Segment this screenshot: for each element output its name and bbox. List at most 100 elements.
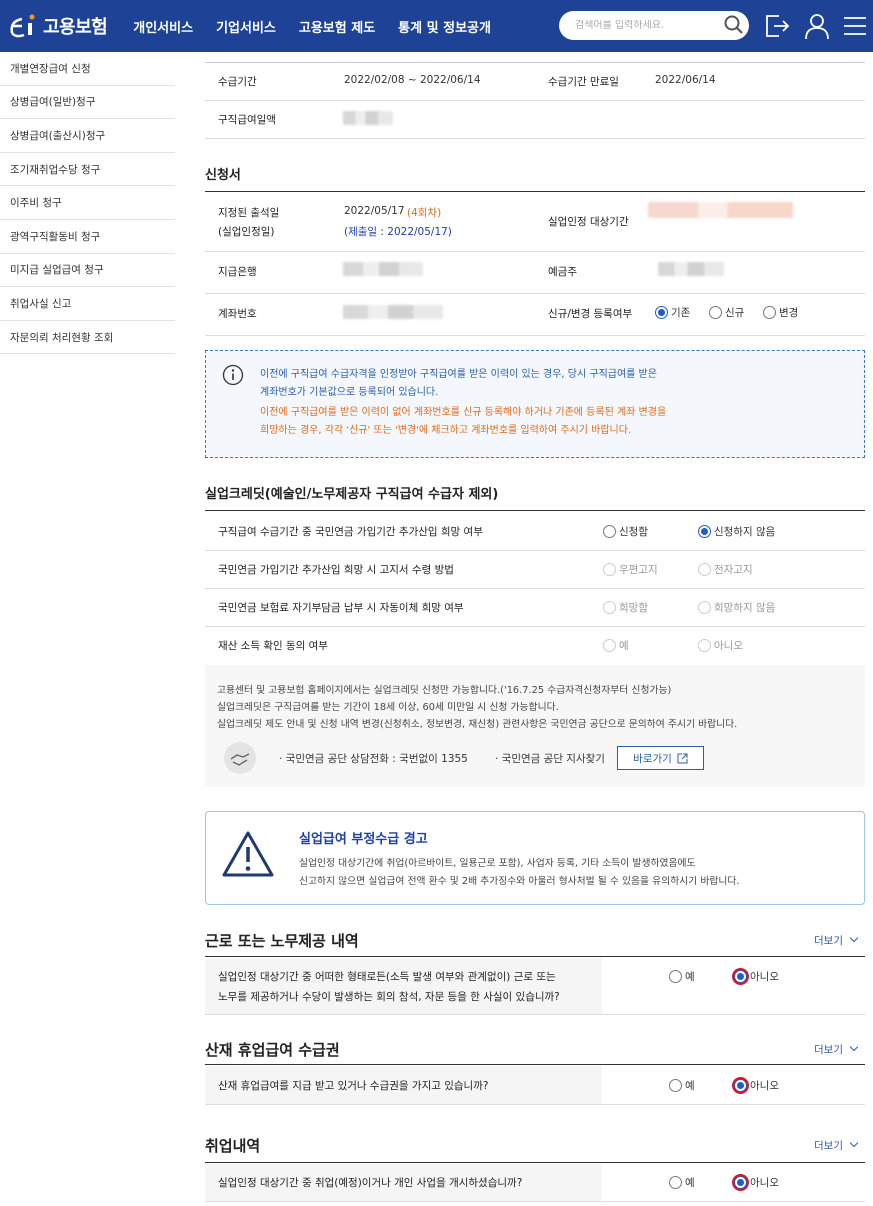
period-target-redacted (648, 202, 793, 218)
injury-option-yes[interactable]: 예 (669, 1078, 695, 1093)
injury-more-link[interactable]: 더보기 (814, 1042, 859, 1057)
info-orange-line1: 이전에 구직급여를 받은 이력이 없어 계좌번호를 신규 등록해야 하거나 기존… (260, 407, 667, 418)
credit-notice-3: 실업크레딧 제도 안내 및 신청 내역 변경(신청취소, 정보변경, 재신청) … (217, 719, 738, 730)
menu-icon[interactable] (840, 11, 870, 41)
nav-business[interactable]: 기업서비스 (216, 17, 276, 36)
injury-yes-radio[interactable] (669, 1079, 682, 1092)
credit-q2-electronic[interactable]: 전자고지 (698, 562, 753, 577)
end-label: 수급기간 만료일 (548, 76, 619, 88)
credit-q3: 국민연금 보험료 자기부담금 납부 시 자동이체 희망 여부 (218, 602, 464, 614)
go-branch-button[interactable]: 바로가기 (617, 746, 704, 770)
info-blue-line2: 계좌번호가 기본값으로 등록되어 있습니다. (260, 387, 439, 398)
credit-q4-no[interactable]: 아니오 (698, 638, 743, 653)
external-link-icon (677, 753, 688, 763)
work-option-no[interactable]: 아니오 (734, 969, 779, 984)
credit-branch: · 국민연금 공단 지사찾기 (495, 753, 605, 765)
logo-icon (10, 14, 35, 38)
job-title: 취업내역 (205, 1137, 261, 1155)
sidebar-item-employment-report[interactable]: 취업사실 신고 (0, 287, 175, 321)
sidebar-item-sickness-maternity[interactable]: 상병급여(출산시)청구 (0, 119, 175, 153)
reg-option-existing[interactable]: 기존 (655, 305, 690, 320)
submit-date: (제출일 : 2022/05/17) (344, 226, 452, 238)
sidebar-item-job-search-expense[interactable]: 광역구직활동비 청구 (0, 220, 175, 254)
period-value: 2022/02/08 ~ 2022/06/14 (344, 74, 481, 86)
daily-label: 구직급여일액 (218, 114, 276, 126)
attend-label: 지정된 출석일 (218, 207, 280, 219)
period-label: 수급기간 (218, 76, 257, 88)
info-orange-line2: 희망하는 경우, 각각 '신규' 또는 '변경'에 체크하고 계좌번호를 입력하… (260, 425, 632, 436)
credit-notice-1: 고용센터 및 고용보험 홈페이지에서는 실업크레딧 신청만 가능합니다.('16… (217, 685, 672, 696)
credit-q2-mail-radio[interactable] (603, 563, 616, 576)
bank-label: 지급은행 (218, 266, 257, 278)
attend-date: 2022/05/17 (344, 205, 405, 217)
reg-radio-change[interactable] (763, 306, 776, 319)
sidebar-item-extended-benefit[interactable]: 개별연장급여 신청 (0, 52, 175, 86)
credit-q3-not-want-radio[interactable] (698, 601, 711, 614)
credit-q4-yes-radio[interactable] (603, 639, 616, 652)
credit-q1: 구직급여 수급기간 중 국민연금 가입기간 추가산입 희망 여부 (218, 526, 483, 538)
job-no-radio[interactable] (734, 1176, 747, 1189)
reg-radio-new[interactable] (709, 306, 722, 319)
search-box (559, 11, 749, 40)
sidebar-item-consult-status[interactable]: 자문의뢰 처리현황 조회 (0, 321, 175, 355)
warning-icon (222, 831, 274, 877)
main-nav: 개인서비스 기업서비스 고용보험 제도 통계 및 정보공개 (133, 17, 514, 36)
search-icon[interactable] (723, 14, 745, 36)
work-option-yes[interactable]: 예 (669, 969, 695, 984)
account-redacted (343, 305, 443, 319)
sidebar-item-unpaid-benefit[interactable]: 미지급 실업급여 청구 (0, 254, 175, 288)
reg-label: 신규/변경 등록여부 (548, 308, 633, 320)
warning-title: 실업급여 부정수급 경고 (299, 832, 428, 847)
chevron-down-icon (850, 1042, 859, 1052)
job-option-yes[interactable]: 예 (669, 1175, 695, 1190)
credit-q1-not-apply[interactable]: 신청하지 않음 (698, 524, 775, 539)
top-divider (205, 62, 865, 63)
chevron-down-icon (850, 933, 859, 943)
job-question: 실업인정 대상기간 중 취업(예정)이거나 개인 사업을 개시하셨습니까? (218, 1177, 523, 1189)
work-more-link[interactable]: 더보기 (814, 933, 859, 948)
search-input[interactable] (575, 20, 725, 31)
reg-option-change[interactable]: 변경 (763, 305, 798, 320)
user-icon[interactable] (802, 11, 832, 41)
job-option-no[interactable]: 아니오 (734, 1175, 779, 1190)
credit-q2-electronic-radio[interactable] (698, 563, 711, 576)
sidebar-item-early-reemployment[interactable]: 조기재취업수당 청구 (0, 153, 175, 187)
logo[interactable]: 고용보험 (8, 11, 108, 41)
credit-q3-not-want[interactable]: 희망하지 않음 (698, 600, 775, 615)
credit-q4-yes[interactable]: 예 (603, 638, 629, 653)
reg-option-new[interactable]: 신규 (709, 305, 744, 320)
injury-option-no[interactable]: 아니오 (734, 1078, 779, 1093)
nav-system[interactable]: 고용보험 제도 (299, 17, 375, 36)
bank-redacted (343, 262, 423, 276)
account-info-box: 이전에 구직급여 수급자격을 인정받아 구직급여를 받은 이력이 있는 경우, … (205, 350, 865, 458)
credit-q1-not-apply-radio[interactable] (698, 525, 711, 538)
job-yes-radio[interactable] (669, 1176, 682, 1189)
credit-q2-mail[interactable]: 우편고지 (603, 562, 658, 577)
credit-phone: · 국민연금 공단 상담전화 : 국번없이 1355 (279, 753, 468, 765)
nav-stats[interactable]: 통계 및 정보공개 (398, 17, 491, 36)
work-question-1: 실업인정 대상기간 중 어떠한 형태로든(소득 발생 여부와 관계없이) 근로 … (218, 971, 556, 983)
logout-icon[interactable] (762, 11, 792, 41)
credit-notice-box: 고용센터 및 고용보험 홈페이지에서는 실업크레딧 신청만 가능합니다.('16… (205, 665, 865, 787)
warning-line1: 실업인정 대상기간에 취업(아르바이트, 일용근로 포함), 사업자 등록, 기… (299, 858, 696, 869)
credit-q2: 국민연금 가입기간 추가산입 희망 시 고지서 수령 방법 (218, 564, 454, 576)
sidebar-item-moving-expense[interactable]: 이주비 청구 (0, 186, 175, 220)
info-blue-line1: 이전에 구직급여 수급자격을 인정받아 구직급여를 받은 이력이 있는 경우, … (260, 369, 657, 380)
attend-label-sub: (실업인정일) (218, 226, 275, 238)
reg-radio-existing[interactable] (655, 306, 668, 319)
credit-q1-apply[interactable]: 신청함 (603, 524, 648, 539)
credit-q3-want-radio[interactable] (603, 601, 616, 614)
nav-personal[interactable]: 개인서비스 (133, 17, 193, 36)
work-no-radio[interactable] (734, 970, 747, 983)
work-yes-radio[interactable] (669, 970, 682, 983)
injury-title: 산재 휴업급여 수급권 (205, 1041, 340, 1059)
job-more-link[interactable]: 더보기 (814, 1138, 859, 1153)
info-icon (222, 364, 244, 386)
credit-q3-want[interactable]: 희망함 (603, 600, 648, 615)
credit-q1-apply-radio[interactable] (603, 525, 616, 538)
injury-no-radio[interactable] (734, 1079, 747, 1092)
sidebar-item-sickness-general[interactable]: 상병급여(일반)청구 (0, 86, 175, 120)
end-value: 2022/06/14 (655, 74, 716, 86)
holder-label: 예금주 (548, 266, 577, 278)
credit-q4-no-radio[interactable] (698, 639, 711, 652)
